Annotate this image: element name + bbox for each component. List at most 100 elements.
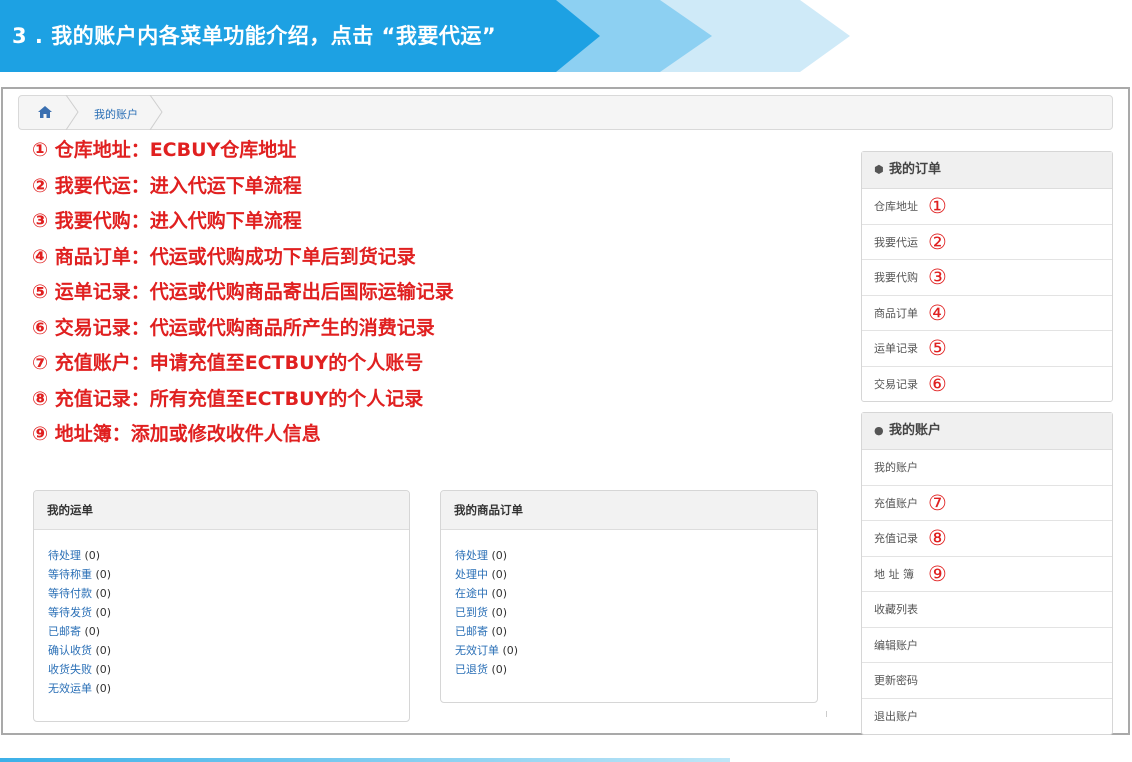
list-item: 处理中 (0) — [455, 565, 817, 584]
list-item: 在途中 (0) — [455, 584, 817, 603]
orders-panel: 我的商品订单 待处理 (0) 处理中 (0) 在途中 (0) 已到货 (0) 已邮寄 (… — [440, 490, 818, 703]
breadcrumb-separator-icon — [65, 95, 79, 130]
list-item: 待处理 (0) — [455, 546, 817, 565]
instruction-item: ④ 商品订单：代运或代购成功下单后到货记录 — [32, 245, 416, 268]
sidebar-item[interactable]: 更新密码 — [862, 663, 1112, 699]
list-item: 确认收货 (0) — [48, 641, 409, 660]
instruction-item: ⑦ 充值账户：申请充值至ECTBUY的个人账号 — [32, 352, 424, 374]
banner-title: 3 . 我的账户内各菜单功能介绍，点击 “我要代运” — [12, 24, 497, 48]
sidebar-account-header: ● 我的账户 — [862, 413, 1112, 450]
sidebar-item[interactable]: 运单记录 ⑤ — [862, 331, 1112, 367]
sidebar-item[interactable]: 收藏列表 — [862, 592, 1112, 628]
status-link[interactable]: 已邮寄 — [455, 625, 488, 638]
sidebar-item-label: 更新密码 — [874, 674, 918, 687]
sidebar-item[interactable]: 充值记录 ⑧ — [862, 521, 1112, 557]
annotation-number: ⑨ — [928, 561, 947, 586]
orders-panel-title: 我的商品订单 — [441, 491, 817, 530]
status-link[interactable]: 确认收货 — [48, 644, 92, 657]
status-link[interactable]: 等待付款 — [48, 587, 92, 600]
sidebar-item-label: 交易记录 — [874, 377, 918, 391]
status-count: (0) — [95, 682, 112, 695]
status-count: (0) — [95, 587, 112, 600]
footer-accent-line — [0, 758, 730, 762]
sidebar-item[interactable]: 编辑账户 — [862, 628, 1112, 663]
status-link[interactable]: 已到货 — [455, 606, 488, 619]
instruction-item: ① 仓库地址：ECBUY仓库地址 — [32, 139, 297, 161]
breadcrumb: 我的账户 — [18, 95, 1113, 130]
list-item: 已邮寄 (0) — [455, 622, 817, 641]
instruction-list: ① 仓库地址：ECBUY仓库地址 ② 我要代运：进入代运下单流程 ③ 我要代购：… — [32, 137, 454, 457]
list-item: 无效运单 (0) — [48, 679, 409, 698]
status-count: (0) — [95, 606, 112, 619]
list-item: 待处理 (0) — [48, 546, 409, 565]
sidebar-item[interactable]: 商品订单 ④ — [862, 296, 1112, 331]
sidebar-item[interactable]: 地 址 簿 ⑨ — [862, 557, 1112, 592]
status-count: (0) — [491, 625, 508, 638]
list-item: 已邮寄 (0) — [48, 622, 409, 641]
home-icon[interactable] — [37, 105, 53, 119]
status-count: (0) — [84, 549, 101, 562]
orders-list: 待处理 (0) 处理中 (0) 在途中 (0) 已到货 (0) 已邮寄 (0) 无效订单 … — [441, 530, 817, 679]
status-link[interactable]: 无效订单 — [455, 644, 499, 657]
list-item: 等待付款 (0) — [48, 584, 409, 603]
annotation-number: ③ — [928, 265, 947, 289]
sidebar-item-label: 退出账户 — [874, 709, 918, 723]
breadcrumb-current[interactable]: 我的账户 — [94, 106, 138, 122]
sidebar-orders-header: ⬢ 我的订单 — [862, 152, 1112, 189]
sidebar-item-label: 收藏列表 — [874, 603, 918, 616]
status-count: (0) — [95, 663, 112, 676]
sidebar-orders-title: 我的订单 — [889, 162, 942, 177]
sidebar-item[interactable]: 充值账户 ⑦ — [862, 486, 1112, 521]
status-link[interactable]: 等待称重 — [48, 568, 92, 581]
list-item: 已到货 (0) — [455, 603, 817, 622]
status-count: (0) — [491, 606, 508, 619]
status-link[interactable]: 在途中 — [455, 587, 488, 600]
instruction-item: ⑤ 运单记录：代运或代购商品寄出后国际运输记录 — [32, 281, 454, 303]
status-count: (0) — [491, 587, 508, 600]
sidebar-account: ● 我的账户 我的账户 充值账户 ⑦ 充值记录 ⑧ 地 址 簿 ⑨ 收藏列表 编辑账户 更新密码 退出… — [861, 412, 1113, 735]
sidebar-item-label: 地 址 簿 — [874, 567, 914, 581]
status-link[interactable]: 处理中 — [455, 568, 488, 581]
waybill-panel-title: 我的运单 — [34, 491, 409, 530]
sidebar-account-title: 我的账户 — [889, 423, 942, 438]
status-count: (0) — [491, 568, 508, 581]
annotation-number: ④ — [928, 300, 947, 325]
status-link[interactable]: 等待发货 — [48, 606, 92, 619]
sidebar-item-label: 仓库地址 — [874, 200, 918, 213]
annotation-number: ① — [928, 194, 947, 218]
status-link[interactable]: 无效运单 — [48, 682, 92, 695]
instruction-item: ⑨ 地址簿：添加或修改收件人信息 — [32, 423, 321, 445]
sidebar-item[interactable]: 我要代购 ③ — [862, 260, 1112, 296]
sidebar-item[interactable]: 我要代运 ② — [862, 225, 1112, 260]
section-banner: 3 . 我的账户内各菜单功能介绍，点击 “我要代运” — [0, 0, 860, 72]
sidebar-item[interactable]: 交易记录 ⑥ — [862, 367, 1112, 403]
status-link[interactable]: 已邮寄 — [48, 625, 81, 638]
user-icon: ● — [874, 424, 884, 437]
sidebar-item[interactable]: 退出账户 — [862, 699, 1112, 735]
waybill-panel: 我的运单 待处理 (0) 等待称重 (0) 等待付款 (0) 等待发货 (0) 已邮寄 … — [33, 490, 410, 722]
status-count: (0) — [95, 644, 112, 657]
list-item: 收货失败 (0) — [48, 660, 409, 679]
sidebar-item[interactable]: 我的账户 — [862, 450, 1112, 486]
list-item: 无效订单 (0) — [455, 641, 817, 660]
waybill-list: 待处理 (0) 等待称重 (0) 等待付款 (0) 等待发货 (0) 已邮寄 (0) 确认… — [34, 530, 409, 698]
instruction-item: ⑥ 交易记录：代运或代购商品所产生的消费记录 — [32, 316, 435, 339]
list-item: 等待称重 (0) — [48, 565, 409, 584]
annotation-number: ② — [928, 229, 947, 254]
cube-icon: ⬢ — [874, 163, 884, 176]
status-link[interactable]: 已退货 — [455, 663, 488, 676]
instruction-item: ③ 我要代购：进入代购下单流程 — [32, 210, 302, 232]
status-link[interactable]: 待处理 — [455, 549, 488, 562]
status-count: (0) — [491, 663, 508, 676]
status-link[interactable]: 待处理 — [48, 549, 81, 562]
status-count: (0) — [84, 625, 101, 638]
annotation-number: ⑧ — [928, 526, 947, 550]
sidebar-item-label: 充值记录 — [874, 532, 918, 545]
sidebar-item-label: 我要代购 — [874, 271, 918, 284]
sidebar-item[interactable]: 仓库地址 ① — [862, 189, 1112, 225]
status-count: (0) — [491, 549, 508, 562]
status-count: (0) — [502, 644, 519, 657]
status-link[interactable]: 收货失败 — [48, 663, 92, 676]
breadcrumb-separator-icon — [149, 95, 163, 130]
list-item: 已退货 (0) — [455, 660, 817, 679]
